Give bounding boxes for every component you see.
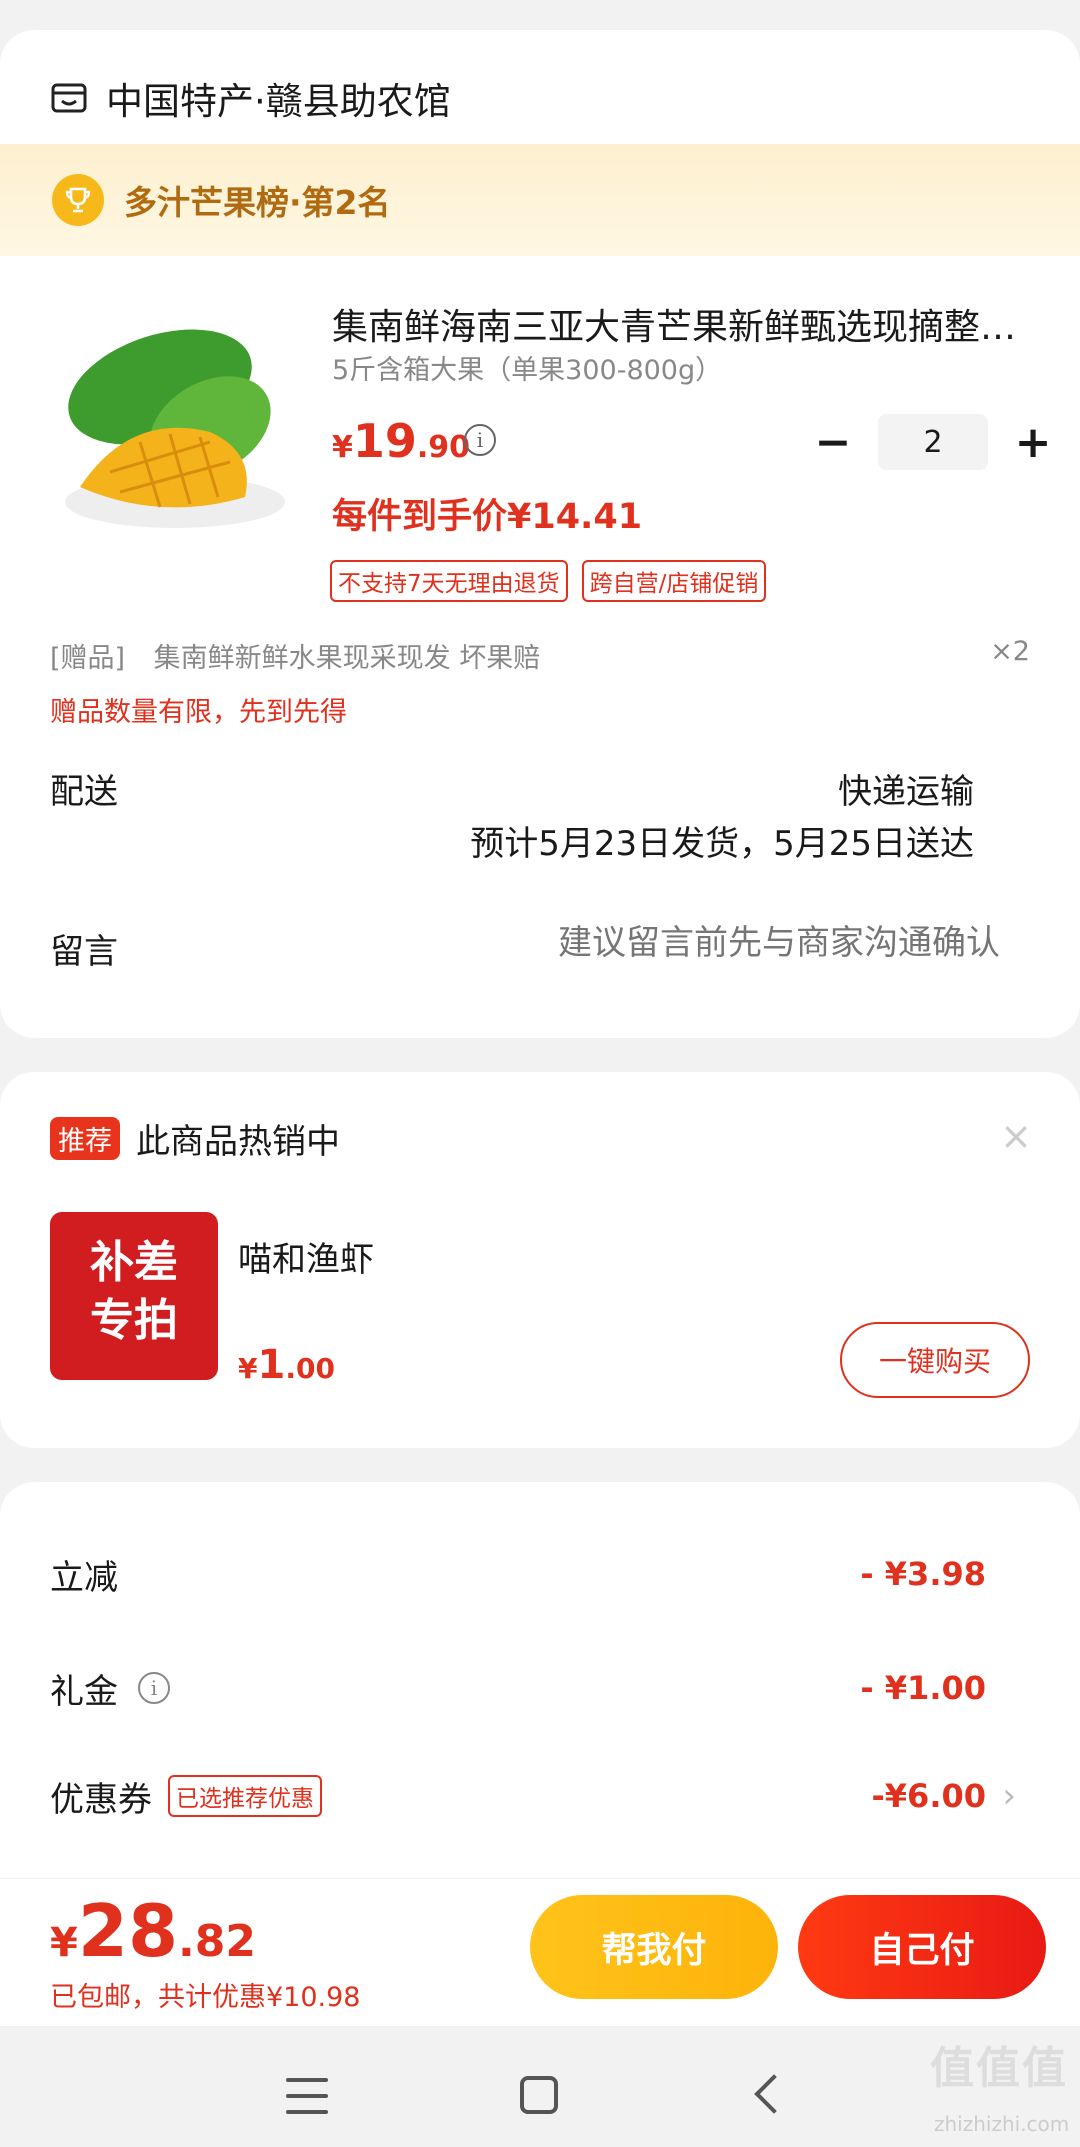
close-icon[interactable]: × <box>1000 1114 1032 1158</box>
price-integer: 28 <box>77 1889 179 1973</box>
coupon-label: 优惠券 <box>50 1779 152 1820</box>
price-symbol: ¥ <box>50 1920 78 1966</box>
checkout-bar: ¥ 28 .82 已包邮，共计优惠¥10.98 帮我付 自己付 <box>0 1878 1080 2026</box>
store-header[interactable]: 中国特产·赣县助农馆 <box>50 68 451 128</box>
info-icon[interactable]: i <box>138 1672 170 1704</box>
total-price: ¥ 28 .82 <box>50 1889 256 1973</box>
discount-label: 立减 <box>50 1557 118 1598</box>
quantity-value[interactable]: 2 <box>878 414 988 470</box>
discount-value: - ¥3.98 <box>860 1555 986 1593</box>
recommend-name[interactable]: 喵和渔虾 <box>238 1232 374 1281</box>
gift-row: [赠品] 集南鲜新鲜水果现采现发 坏果赔 ×2 <box>50 636 1030 675</box>
rank-text: 多汁芒果榜·第2名 <box>124 183 391 222</box>
coupon-row[interactable]: 优惠券 已选推荐优惠 -¥6.00 › <box>50 1766 1016 1826</box>
product-title[interactable]: 集南鲜海南三亚大青芒果新鲜甄选现摘整箱包邮 <box>332 298 1032 350</box>
gift-text: 集南鲜新鲜水果现采现发 坏果赔 <box>153 643 541 674</box>
gift-money-label: 礼金 <box>50 1671 118 1712</box>
price-decimal: .90 <box>416 430 471 465</box>
quantity-stepper: − 2 + <box>808 412 1058 472</box>
order-card: 中国特产·赣县助农馆 多汁芒果榜·第2名 集南鲜海南三亚大青芒果新鲜甄选现摘整箱… <box>0 30 1080 1038</box>
gift-money-value: - ¥1.00 <box>860 1669 986 1707</box>
price-symbol: ¥ <box>332 430 353 465</box>
recommend-image-line1: 补差 <box>90 1237 178 1288</box>
watermark-site: zhizhizhi.com <box>934 2112 1070 2136</box>
gift-label: [赠品] <box>50 643 126 674</box>
home-icon[interactable] <box>520 2076 558 2114</box>
delivery-method[interactable]: 快递运输 <box>838 764 974 813</box>
increase-button[interactable]: + <box>1008 417 1058 468</box>
decrease-button[interactable]: − <box>808 417 858 468</box>
note-label: 留言 <box>50 932 118 972</box>
trophy-icon <box>52 174 104 226</box>
recommend-title: 此商品热销中 <box>136 1122 340 1162</box>
help-pay-button[interactable]: 帮我付 <box>530 1895 778 1999</box>
recommend-header: 推荐 此商品热销中 <box>50 1114 340 1163</box>
self-pay-button[interactable]: 自己付 <box>798 1895 1046 1999</box>
discount-row: 立减 - ¥3.98 <box>50 1544 986 1604</box>
gift-quantity: ×2 <box>990 636 1030 667</box>
product-price: ¥ 19 .90 <box>332 414 470 468</box>
gift-money-row: 礼金 i - ¥1.00 <box>50 1658 986 1718</box>
price-decimal: .00 <box>285 1352 335 1385</box>
tag-no-return: 不支持7天无理由退货 <box>330 560 568 602</box>
delivery-eta: 预计5月23日发货，5月25日送达 <box>470 824 974 864</box>
delivery-label: 配送 <box>50 772 118 812</box>
price-integer: 19 <box>352 414 417 468</box>
gift-note: 赠品数量有限，先到先得 <box>50 697 347 728</box>
store-icon <box>51 83 87 113</box>
recommend-image[interactable]: 补差 专拍 <box>50 1212 218 1380</box>
product-image[interactable] <box>50 292 300 552</box>
rank-banner[interactable]: 多汁芒果榜·第2名 <box>0 144 1080 256</box>
coupon-tag: 已选推荐优惠 <box>168 1775 322 1817</box>
recommend-card: 推荐 此商品热销中 × 补差 专拍 喵和渔虾 ¥ 1 .00 一键购买 <box>0 1072 1080 1448</box>
one-click-buy-button[interactable]: 一键购买 <box>840 1322 1030 1398</box>
price-info-icon[interactable]: i <box>464 424 496 456</box>
recommend-badge: 推荐 <box>50 1117 120 1160</box>
total-note: 已包邮，共计优惠¥10.98 <box>50 1982 361 2013</box>
final-unit-price: 每件到手价¥14.41 <box>332 497 643 537</box>
price-symbol: ¥ <box>238 1352 258 1385</box>
recommend-image-line2: 专拍 <box>90 1295 178 1346</box>
store-name: 中国特产·赣县助农馆 <box>106 80 451 123</box>
watermark-logo: 值值值 <box>930 2043 1068 2094</box>
system-navbar: zhizhizhi.com <box>0 2026 1080 2147</box>
price-integer: 1 <box>257 1342 286 1388</box>
tag-promotion: 跨自营/店铺促销 <box>581 560 767 602</box>
note-input[interactable] <box>440 914 1000 972</box>
coupon-value: -¥6.00 <box>871 1777 987 1815</box>
chevron-right-icon: › <box>1002 1776 1016 1816</box>
product-tags: 不支持7天无理由退货 跨自营/店铺促销 <box>330 560 780 602</box>
product-spec[interactable]: 5斤含箱大果（单果300-800g） <box>332 348 722 387</box>
price-decimal: .82 <box>178 1916 256 1967</box>
back-icon[interactable] <box>754 2074 794 2114</box>
recommend-price: ¥ 1 .00 <box>238 1342 335 1388</box>
menu-icon[interactable] <box>286 2078 328 2114</box>
